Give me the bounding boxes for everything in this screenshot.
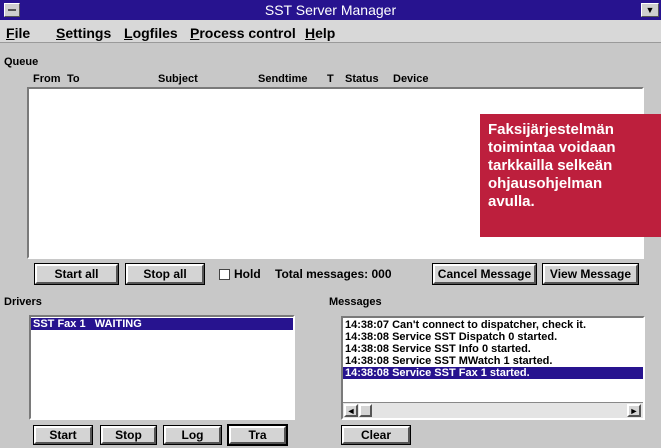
column-type[interactable]: T xyxy=(327,72,334,86)
column-device[interactable]: Device xyxy=(393,72,428,86)
column-sendtime[interactable]: Sendtime xyxy=(258,72,308,86)
column-from[interactable]: From xyxy=(33,72,61,86)
minimize-button[interactable]: ▼ xyxy=(641,3,659,17)
view-message-button[interactable]: View Message xyxy=(542,263,639,285)
window-title: SST Server Manager xyxy=(264,2,397,18)
hold-checkbox[interactable] xyxy=(219,269,230,280)
column-to[interactable]: To xyxy=(67,72,80,86)
messages-label: Messages xyxy=(329,296,382,308)
message-row: 14:38:07 Can't connect to dispatcher, ch… xyxy=(345,319,587,331)
message-row-selected[interactable]: 14:38:08 Service SST Fax 1 started. xyxy=(343,367,643,379)
message-row: 14:38:08 Service SST Info 0 started. xyxy=(345,343,531,355)
drivers-list[interactable]: SST Fax 1 WAITING xyxy=(29,315,295,420)
menu-logfiles[interactable]: Logfiles xyxy=(124,24,178,42)
drivers-label: Drivers xyxy=(4,296,42,308)
scroll-thumb[interactable] xyxy=(359,404,372,417)
driver-log-button[interactable]: Log xyxy=(163,425,222,445)
queue-label: Queue xyxy=(4,56,39,68)
horizontal-scrollbar[interactable]: ◄ ► xyxy=(343,402,643,418)
cancel-message-button[interactable]: Cancel Message xyxy=(432,263,537,285)
column-status[interactable]: Status xyxy=(345,72,379,86)
driver-row[interactable]: SST Fax 1 WAITING xyxy=(31,318,293,330)
total-messages: Total messages: 000 xyxy=(275,267,392,281)
driver-start-button[interactable]: Start xyxy=(33,425,93,445)
column-subject[interactable]: Subject xyxy=(158,72,198,86)
driver-status: WAITING xyxy=(94,318,142,330)
driver-name: SST Fax 1 xyxy=(33,318,86,330)
start-all-button[interactable]: Start all xyxy=(34,263,119,285)
menu-process-control[interactable]: Process control xyxy=(190,24,296,42)
menu-help[interactable]: Help xyxy=(305,24,335,42)
caption-line: tarkkailla selkeän xyxy=(488,157,613,174)
caption-line: avulla. xyxy=(488,193,535,210)
driver-stop-button[interactable]: Stop xyxy=(100,425,157,445)
message-row: 14:38:08 Service SST Dispatch 0 started. xyxy=(345,331,558,343)
clear-messages-button[interactable]: Clear xyxy=(341,425,411,445)
caption-overlay: Faksijärjestelmän toimintaa voidaan tark… xyxy=(480,114,661,237)
menu-settings[interactable]: Settings xyxy=(56,24,111,42)
message-row: 14:38:08 Service SST MWatch 1 started. xyxy=(345,355,553,367)
stop-all-button[interactable]: Stop all xyxy=(125,263,205,285)
hold-label: Hold xyxy=(234,267,261,281)
caption-line: ohjausohjelman xyxy=(488,175,603,192)
driver-trace-button[interactable]: Tra xyxy=(227,424,288,446)
messages-list[interactable]: 14:38:07 Can't connect to dispatcher, ch… xyxy=(341,316,645,420)
menu-file[interactable]: File xyxy=(6,24,30,42)
scroll-right-arrow-icon[interactable]: ► xyxy=(627,404,641,417)
scroll-left-arrow-icon[interactable]: ◄ xyxy=(344,404,358,417)
caption-line: Faksijärjestelmän xyxy=(488,121,614,138)
caption-line: toimintaa voidaan xyxy=(488,139,616,156)
